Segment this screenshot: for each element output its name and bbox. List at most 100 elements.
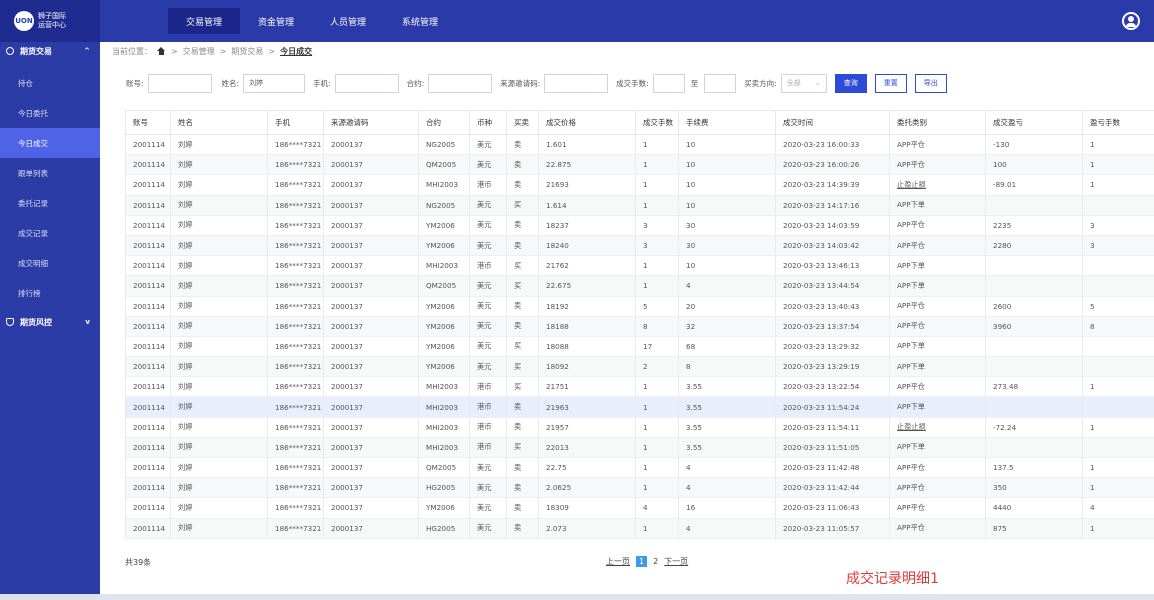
table-row[interactable]: 2001114 刘婷 186****7321 2000137 YM2006 美元买 1809… [125,356,1154,378]
table-cell: APP平仓 [889,134,986,156]
table-row[interactable]: 2001114 刘婷 186****7321 2000137 YM2006 美元卖 1823… [125,215,1154,236]
invite-code-input[interactable] [544,73,609,93]
table-cell: 港币 [469,255,507,277]
table-header-cell: 姓名 [170,110,268,135]
table-cell: 3 [1082,215,1154,236]
table-cell: 2020-03-23 11:54:24 [775,396,890,418]
breadcrumb-item-futures[interactable]: 期货交易 [231,46,263,57]
table-cell: 2020-03-23 16:00:33 [775,134,890,156]
table-cell: 22.875 [538,154,636,176]
table-cell: 美元 [469,215,507,236]
table-header-cell: 合约 [418,110,470,135]
table-cell: 刘婷 [170,154,268,176]
query-button[interactable]: 查询 [834,73,867,93]
table-cell: MHI2003 [418,376,470,398]
table-cell [1082,356,1154,378]
sidebar-item-trade-details[interactable]: 成交明细 [0,248,100,278]
sidebar-group-futures-trade[interactable]: 期货交易 ^ [0,42,100,60]
page-2-link[interactable]: 2 [653,557,658,566]
top-nav-staff[interactable]: 人员管理 [312,8,384,34]
table-cell: 3.55 [678,376,776,398]
sidebar-item-today-trades[interactable]: 今日成交 [0,128,100,158]
table-cell: 1 [1082,457,1154,479]
direction-select[interactable]: 全部 ⌄ [780,73,827,93]
table-cell: 1 [635,518,679,539]
logo[interactable]: UON 狮子国际 运营中心 [0,0,100,42]
table-cell: 2001114 [125,235,171,257]
contract-input[interactable] [428,73,493,93]
account-input[interactable] [147,73,212,93]
table-cell: 美元 [469,316,507,337]
lots-max-input[interactable] [704,73,737,93]
table-header-cell: 币种 [469,110,507,135]
table-cell: 1 [635,437,679,459]
sidebar-item-today-orders[interactable]: 今日委托 [0,98,100,128]
table-cell: 刘婷 [170,255,268,277]
prev-page-link[interactable]: 上一页 [606,556,630,567]
table-cell: HG2005 [418,477,470,499]
sidebar-group-label: 期货交易 [20,46,52,56]
table-cell: 刘婷 [170,275,268,297]
table-row[interactable]: 2001114 刘婷 186****7321 2000137 QM2005 美元卖 22.7… [125,457,1154,479]
table-cell: 2020-03-23 13:29:32 [775,336,890,358]
phone-input[interactable] [334,73,399,93]
sidebar-item-trade-records[interactable]: 成交记录 [0,218,100,248]
page-1-link[interactable]: 1 [636,556,648,567]
breadcrumb-sep: > [219,46,227,56]
sidebar-item-positions[interactable]: 持仓 [0,68,100,98]
top-bar: UON 狮子国际 运营中心 交易管理 资金管理 人员管理 系统管理 [0,0,1154,42]
top-nav-trade[interactable]: 交易管理 [168,8,241,34]
table-row[interactable]: 2001114 刘婷 186****7321 2000137 HG2005 美元卖 2.06… [125,477,1154,499]
table-row[interactable]: 2001114 刘婷 186****7321 2000137 HG2005 美元卖 2.07… [125,518,1154,539]
table-cell: 18237 [538,215,636,236]
table-cell: 18240 [538,235,636,257]
table-cell: 2020-03-23 14:03:59 [775,215,890,236]
next-page-link[interactable]: 下一页 [664,556,688,567]
table-row[interactable]: 2001114 刘婷 186****7321 2000137 MHI2003 港币买 217… [125,376,1154,398]
table-row[interactable]: 2001114 刘婷 186****7321 2000137 YM2006 美元买 1808… [125,336,1154,358]
table-cell: MHI2003 [418,174,470,196]
table-row[interactable]: 2001114 刘婷 186****7321 2000137 MHI2003 港币卖 219… [125,396,1154,418]
table-cell: 刘婷 [170,497,268,519]
table-cell: 186****7321 [267,154,324,176]
export-button[interactable]: 导出 [914,73,947,93]
table-cell: 1 [1082,417,1154,438]
home-icon[interactable] [157,47,166,55]
table-row[interactable]: 2001114 刘婷 186****7321 2000137 MHI2003 港币买 217… [125,255,1154,277]
table-cell: 1 [635,255,679,277]
table-cell [1082,336,1154,358]
table-row[interactable]: 2001114 刘婷 186****7321 2000137 MHI2003 港币买 220… [125,437,1154,459]
table-row[interactable]: 2001114 刘婷 186****7321 2000137 QM2005 美元卖 22.8… [125,154,1154,176]
sidebar-item-leaderboard[interactable]: 排行榜 [0,278,100,308]
table-cell: 刘婷 [170,195,268,216]
table-row[interactable]: 2001114 刘婷 186****7321 2000137 MHI2003 港币卖 216… [125,174,1154,196]
table-row[interactable]: 2001114 刘婷 186****7321 2000137 NG2005 美元卖 1.60… [125,134,1154,156]
user-avatar-icon[interactable] [1122,12,1140,30]
table-cell: 2001114 [125,255,171,277]
table-row[interactable]: 2001114 刘婷 186****7321 2000137 YM2006 美元卖 1824… [125,235,1154,257]
table-cell: 2001114 [125,296,171,317]
table-cell: 刘婷 [170,477,268,499]
table-row[interactable]: 2001114 刘婷 186****7321 2000137 QM2005 美元买 22.6… [125,275,1154,297]
table-cell: 20 [678,296,776,317]
trades-table: 账号 姓名 手机 来源邀请码 合约 币种 买卖 成交价格 成交手数 手续费 成交时间 委托类别 成交盈亏… [125,110,1154,539]
table-cell: 刘婷 [170,316,268,337]
sidebar-group-futures-risk[interactable]: 期货风控 v [0,308,100,336]
table-row[interactable]: 2001114 刘婷 186****7321 2000137 MHI2003 港币卖 219… [125,417,1154,438]
sidebar-item-order-records[interactable]: 委托记录 [0,188,100,218]
reset-button[interactable]: 重置 [874,73,907,93]
top-nav-funds[interactable]: 资金管理 [240,8,312,34]
table-cell: 2020-03-23 11:54:11 [775,417,890,438]
table-row[interactable]: 2001114 刘婷 186****7321 2000137 NG2005 美元买 1.61… [125,195,1154,216]
table-row[interactable]: 2001114 刘婷 186****7321 2000137 YM2006 美元卖 1830… [125,497,1154,519]
breadcrumb-item-trade[interactable]: 交易管理 [183,46,215,57]
table-row[interactable]: 2001114 刘婷 186****7321 2000137 YM2006 美元卖 1819… [125,296,1154,317]
table-cell: 买 [506,195,539,216]
sidebar-item-copy-list[interactable]: 跟单列表 [0,158,100,188]
name-input[interactable] [243,73,306,93]
lots-min-input[interactable] [652,73,685,93]
top-nav-system[interactable]: 系统管理 [384,8,456,34]
table-cell: 2001114 [125,457,171,479]
table-cell: 2.0625 [538,477,636,499]
table-row[interactable]: 2001114 刘婷 186****7321 2000137 YM2006 美元卖 1818… [125,316,1154,337]
